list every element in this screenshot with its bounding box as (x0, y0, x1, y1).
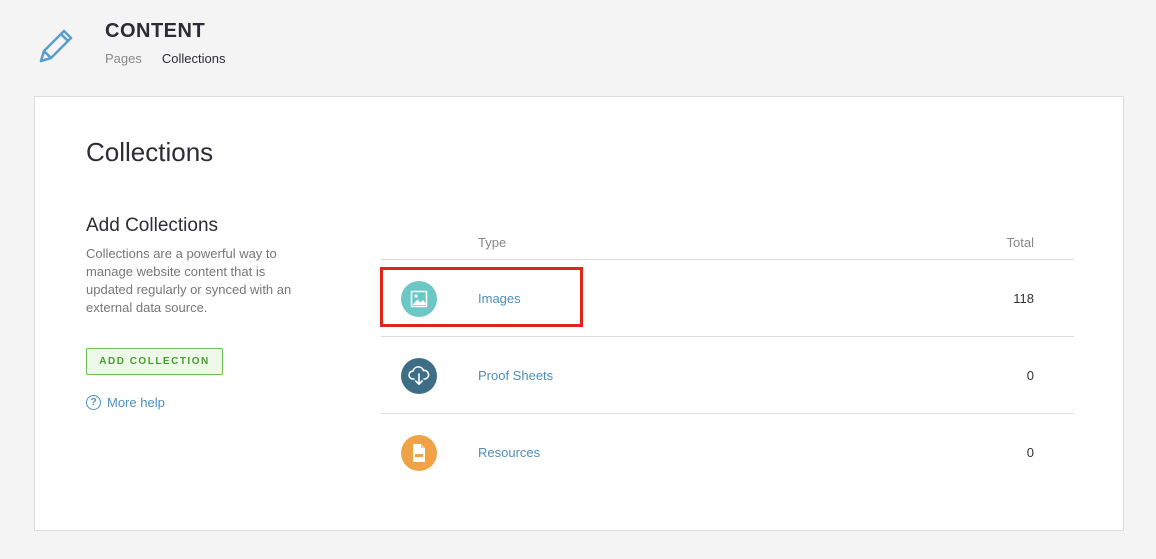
collection-total: 0 (1026, 368, 1034, 383)
collection-row-proof-sheets[interactable]: Proof Sheets 0 (381, 337, 1074, 414)
add-collections-description: Collections are a powerful way to manage… (86, 246, 292, 315)
collections-table: Type Total Images 118 Proof Sheets 0 Res… (380, 227, 1074, 491)
section-nav: Pages Collections (105, 51, 225, 66)
column-total: Total (1006, 235, 1034, 250)
add-collections-heading: Add Collections (86, 215, 219, 236)
collection-row-resources[interactable]: Resources 0 (381, 414, 1074, 491)
nav-collections[interactable]: Collections (162, 51, 226, 66)
collection-name[interactable]: Images (478, 291, 521, 306)
nav-pages[interactable]: Pages (105, 51, 142, 66)
collection-name[interactable]: Proof Sheets (478, 368, 553, 383)
cloud-download-icon (401, 358, 437, 394)
more-help-link[interactable]: ? More help (86, 395, 165, 410)
collection-name[interactable]: Resources (478, 445, 540, 460)
add-collection-button[interactable]: ADD COLLECTION (86, 348, 223, 375)
help-icon: ? (86, 395, 101, 410)
more-help-label: More help (107, 395, 165, 410)
image-icon (401, 281, 437, 317)
content-pencil-icon (34, 22, 80, 68)
table-header: Type Total (381, 227, 1074, 260)
collections-panel: Collections Add Collections Collections … (34, 96, 1124, 531)
section-title: CONTENT (105, 20, 206, 42)
collection-row-images[interactable]: Images 118 (380, 260, 1074, 337)
collection-total: 0 (1026, 445, 1034, 460)
column-type: Type (478, 235, 507, 250)
pdf-file-icon (401, 435, 437, 471)
page-title: Collections (86, 137, 214, 167)
collection-total: 118 (1013, 291, 1034, 306)
